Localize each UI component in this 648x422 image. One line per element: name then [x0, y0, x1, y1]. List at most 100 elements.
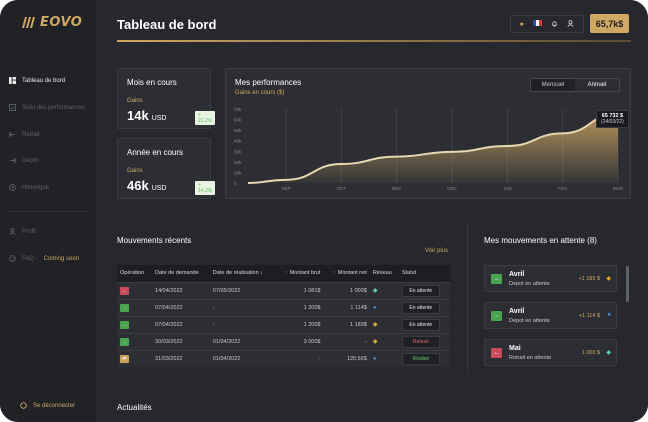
pending-desc: Depot en attente — [509, 281, 550, 287]
performance-subtitle: Gains en cours ($) — [235, 90, 285, 96]
col-date-done[interactable]: Date de réalisation ↓ — [209, 265, 275, 282]
col-gross[interactable]: ○ Montant brut — [275, 265, 324, 282]
pending-month: Avril — [509, 308, 525, 315]
user-icon[interactable] — [567, 19, 575, 29]
cell-network: ● — [369, 349, 399, 367]
sidebar-item-faq[interactable]: ? FAQ - Coming soon — [9, 255, 79, 262]
cell-net: - — [323, 332, 370, 350]
x-tick-label: JAN — [503, 186, 512, 191]
cell-date-request: 07/04/2022 — [152, 298, 210, 316]
col-net[interactable]: ○ Montant net — [323, 265, 370, 282]
power-icon — [20, 402, 27, 409]
cell-date-done: - — [209, 298, 275, 316]
pending-scrollbar[interactable] — [626, 266, 629, 302]
pending-month: Mai — [509, 345, 521, 352]
diamond-icon: ◆ — [372, 288, 378, 294]
sidebar-item-profile[interactable]: Profil — [9, 228, 36, 235]
cell-gross: 3 000$ — [275, 332, 324, 350]
movements-title: Mouvements récents — [117, 236, 192, 245]
news-title: Actualités — [117, 403, 152, 412]
cell-operation: → — [117, 298, 153, 316]
status-badge: En attente — [401, 284, 440, 297]
pending-item[interactable]: → Avril Depot en attente +1 114 $ ● — [484, 302, 617, 329]
cell-date-done: - — [209, 315, 275, 333]
table-row[interactable]: ← 14/04/2022 07/05/2022 1 081$ 1 000$ ◆ En att… — [117, 281, 450, 299]
cell-operation: ← — [117, 281, 153, 299]
withdraw-icon — [9, 131, 16, 138]
y-tick-label: 30k — [234, 149, 242, 154]
col-operation[interactable]: Opération — [117, 265, 153, 282]
sidebar-item-history[interactable]: Historique — [9, 184, 49, 191]
col-status[interactable]: Statut — [398, 265, 450, 282]
y-tick-label: 50k — [234, 128, 242, 133]
logout-button[interactable]: Se déconnecter — [20, 402, 75, 409]
page-title: Tableau de bord — [117, 17, 217, 32]
header-toolbar: ● — [510, 15, 584, 33]
sidebar-item-deposit[interactable]: Dépôt — [9, 157, 38, 164]
cell-operation: → — [117, 332, 153, 350]
chart-tooltip: 65 732 $ (24/03/22) — [596, 110, 629, 128]
kpi-card-month: Mois en cours Gains 14k USD + 21,2% — [117, 68, 216, 129]
see-more-link[interactable]: Voir plus — [425, 248, 448, 254]
toggle-yearly[interactable]: Annuel — [575, 79, 619, 91]
dashboard-icon — [9, 77, 16, 84]
gold-icon: ⇄ — [120, 354, 129, 363]
svg-text:?: ? — [11, 256, 14, 261]
pending-desc: Retrait en attente — [509, 355, 552, 361]
pending-item[interactable]: ← Mai Retrait en attente 1 000 $ ◆ — [484, 339, 617, 366]
diamond-icon: ◆ — [606, 350, 611, 356]
sidebar-item-performance[interactable]: Suivi des performances — [9, 104, 85, 111]
cell-network: ◆ — [369, 281, 399, 299]
cell-date-done: 01/04/2022 — [209, 349, 275, 367]
table-row[interactable]: → 30/03/2022 01/04/2022 3 000$ - ◆ Refusé — [117, 332, 450, 350]
withdraw-icon: ← — [120, 286, 129, 295]
sidebar-item-label: Tableau de bord — [22, 77, 66, 84]
y-tick-label: 20k — [234, 160, 242, 165]
deposit-icon: → — [120, 337, 129, 346]
flag-fr-icon[interactable] — [533, 20, 543, 28]
y-tick-label: 40k — [234, 139, 242, 144]
col-network[interactable]: Réseau — [369, 265, 399, 282]
bell-icon[interactable] — [551, 20, 558, 29]
brand-logo[interactable]: EOVO — [20, 14, 82, 30]
sidebar-item-label: Dépôt — [22, 157, 39, 164]
x-tick-label: FEV — [558, 186, 567, 191]
deposit-icon — [9, 157, 16, 164]
brand-name: EOVO — [40, 14, 83, 30]
table-row[interactable]: ⇄ 31/03/2022 01/04/2022-120,56$ ● Réalisé — [117, 349, 450, 367]
pending-item[interactable]: → Avril Depot en attente +1 189 $ ◆ — [484, 265, 617, 292]
kpi-gains-label: Gains — [127, 98, 143, 104]
balance-badge[interactable]: 65,7k$ — [590, 14, 629, 33]
status-badge: En attente — [401, 301, 440, 314]
eovo-logo-icon — [22, 17, 35, 28]
cell-date-request: 07/04/2022 — [152, 315, 210, 333]
y-tick-label: 0 — [234, 181, 237, 186]
binance-icon: ◆ — [372, 339, 378, 345]
sidebar-item-dashboard[interactable]: Tableau de bord — [9, 77, 65, 84]
binance-icon: ◆ — [372, 322, 378, 328]
toggle-monthly[interactable]: Mensuel — [531, 79, 575, 91]
col-date-request[interactable]: Date de demande — [152, 265, 210, 282]
kpi-card-year: Année en cours Gains 46k USD + 14,2% — [117, 138, 216, 199]
cell-date-done: 01/04/2022 — [209, 332, 275, 350]
deposit-icon: → — [491, 274, 502, 284]
clock-icon — [9, 184, 16, 191]
sidebar-item-label: Retrait — [22, 131, 40, 138]
table-row[interactable]: → 07/04/2022-1 200$ 1 189$ ◆ En attente — [117, 315, 450, 333]
status-badge: Réalisé — [401, 352, 440, 365]
cell-operation: → — [117, 315, 153, 333]
x-tick-label: OCT — [337, 186, 347, 191]
performance-card: Mes performances Gains en cours ($) Mens… — [225, 68, 631, 199]
kpi-value: 14k USD — [127, 108, 167, 123]
sidebar-item-label: Suivi des performances — [22, 104, 85, 111]
deposit-icon: → — [120, 303, 129, 312]
circle-icon: ● — [372, 304, 377, 311]
cell-net: 1 189$ — [323, 315, 370, 333]
chart-icon — [9, 104, 16, 111]
kpi-percent-badge: + 21,2% — [195, 111, 216, 125]
status-badge: En attente — [401, 318, 440, 331]
bulb-icon[interactable]: ● — [520, 21, 524, 28]
x-tick-label: MAR — [613, 186, 624, 191]
table-row[interactable]: → 07/04/2022-1 200$ 1 114$ ● En attente — [117, 298, 450, 316]
sidebar-item-withdraw[interactable]: Retrait — [9, 131, 40, 138]
